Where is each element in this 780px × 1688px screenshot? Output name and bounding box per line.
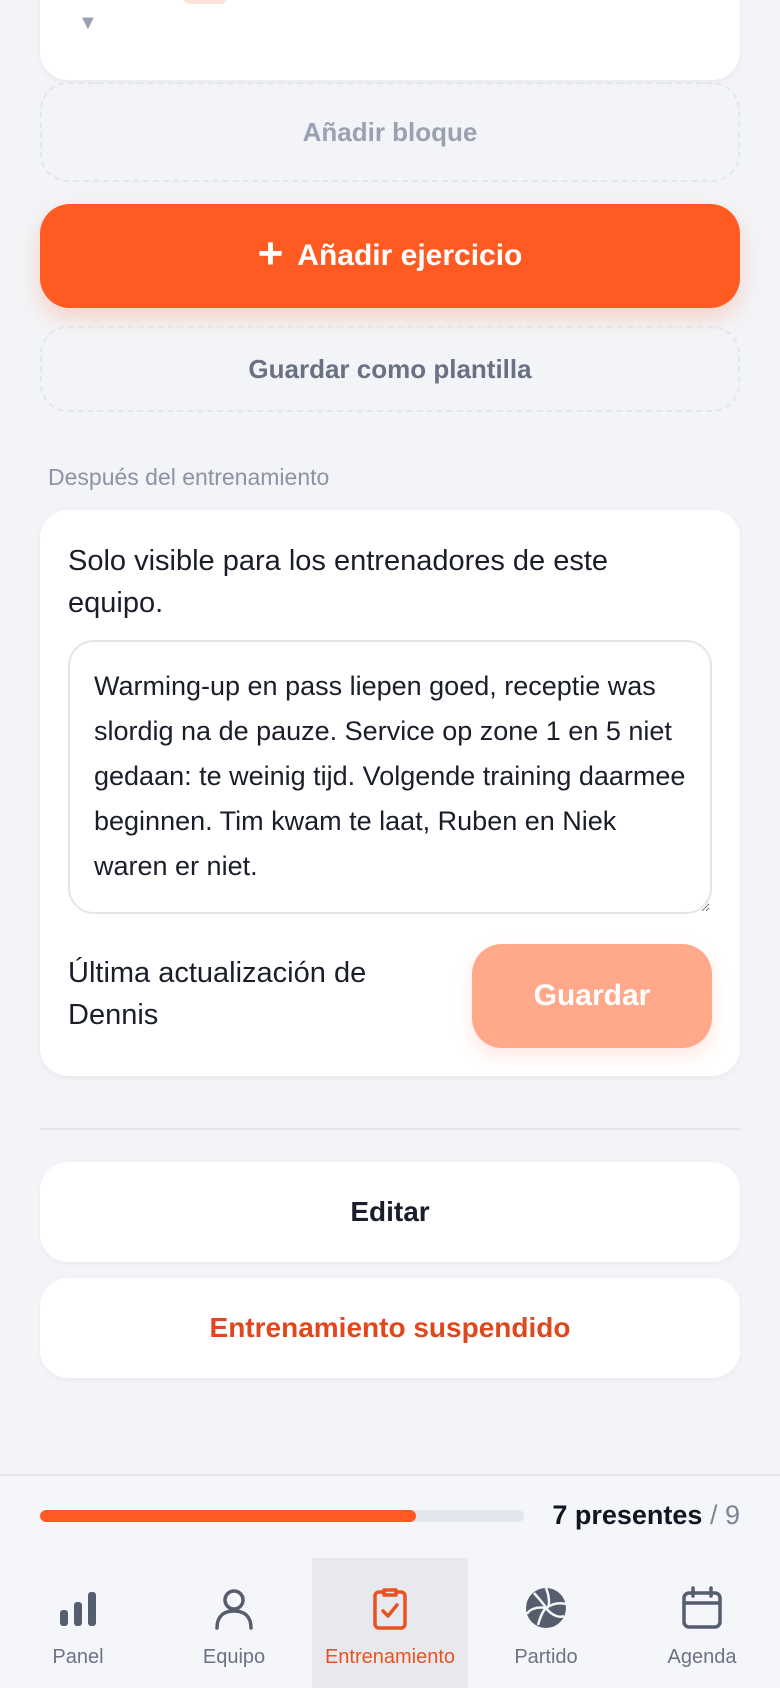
add-exercise-button[interactable]: + Añadir ejercicio (40, 204, 740, 308)
suspend-training-button[interactable]: Entrenamiento suspendido (40, 1278, 740, 1378)
clipboard-check-icon (373, 1588, 407, 1630)
tab-equipo[interactable]: Equipo (156, 1558, 312, 1688)
bar-chart-icon (60, 1592, 96, 1626)
attendance-bar: 7 presentes / 9 (0, 1474, 780, 1558)
block-tag (182, 0, 228, 4)
tab-label: Agenda (667, 1646, 737, 1668)
last-updated-text: Última actualización de Dennis (68, 957, 367, 1031)
tab-label: Entrenamiento (324, 1646, 456, 1668)
save-template-button[interactable]: Guardar como plantilla (40, 326, 740, 412)
attendance-progress (40, 1510, 524, 1522)
tab-partido[interactable]: Partido (468, 1558, 624, 1688)
section-title: Después del entrenamiento (48, 464, 330, 490)
add-exercise-label: Añadir ejercicio (297, 239, 523, 272)
block-card: ▼ (40, 0, 740, 80)
add-block-button[interactable]: Añadir bloque (40, 82, 740, 182)
attendance-count: 7 presentes / 9 (552, 1500, 740, 1531)
tab-label: Partido (514, 1646, 578, 1668)
tab-entrenamiento[interactable]: Entrenamiento (312, 1558, 468, 1688)
tab-label: Panel (52, 1646, 104, 1668)
edit-button[interactable]: Editar (40, 1162, 740, 1262)
tab-label: Equipo (202, 1646, 266, 1668)
tab-agenda[interactable]: Agenda (624, 1558, 780, 1688)
divider (40, 1128, 740, 1130)
tab-panel[interactable]: Panel (0, 1558, 156, 1688)
plus-icon: + (257, 229, 284, 278)
attendance-progress-fill (40, 1510, 417, 1522)
volleyball-icon (525, 1587, 567, 1628)
bottom-tab-bar: Panel Equipo Entrenamiento Partido Agend… (0, 1558, 780, 1688)
user-icon (215, 1589, 253, 1630)
visibility-hint: Solo visible para los entrenadores de es… (68, 545, 609, 619)
notes-card: Solo visible para los entrenadores de es… (40, 510, 740, 1076)
total-count: / 9 (709, 1500, 740, 1530)
present-count: 7 presentes (552, 1500, 703, 1530)
caret-down-icon[interactable]: ▼ (78, 12, 98, 35)
calendar-icon (682, 1586, 722, 1629)
save-button[interactable]: Guardar (472, 944, 712, 1048)
notes-textarea[interactable] (68, 640, 712, 914)
